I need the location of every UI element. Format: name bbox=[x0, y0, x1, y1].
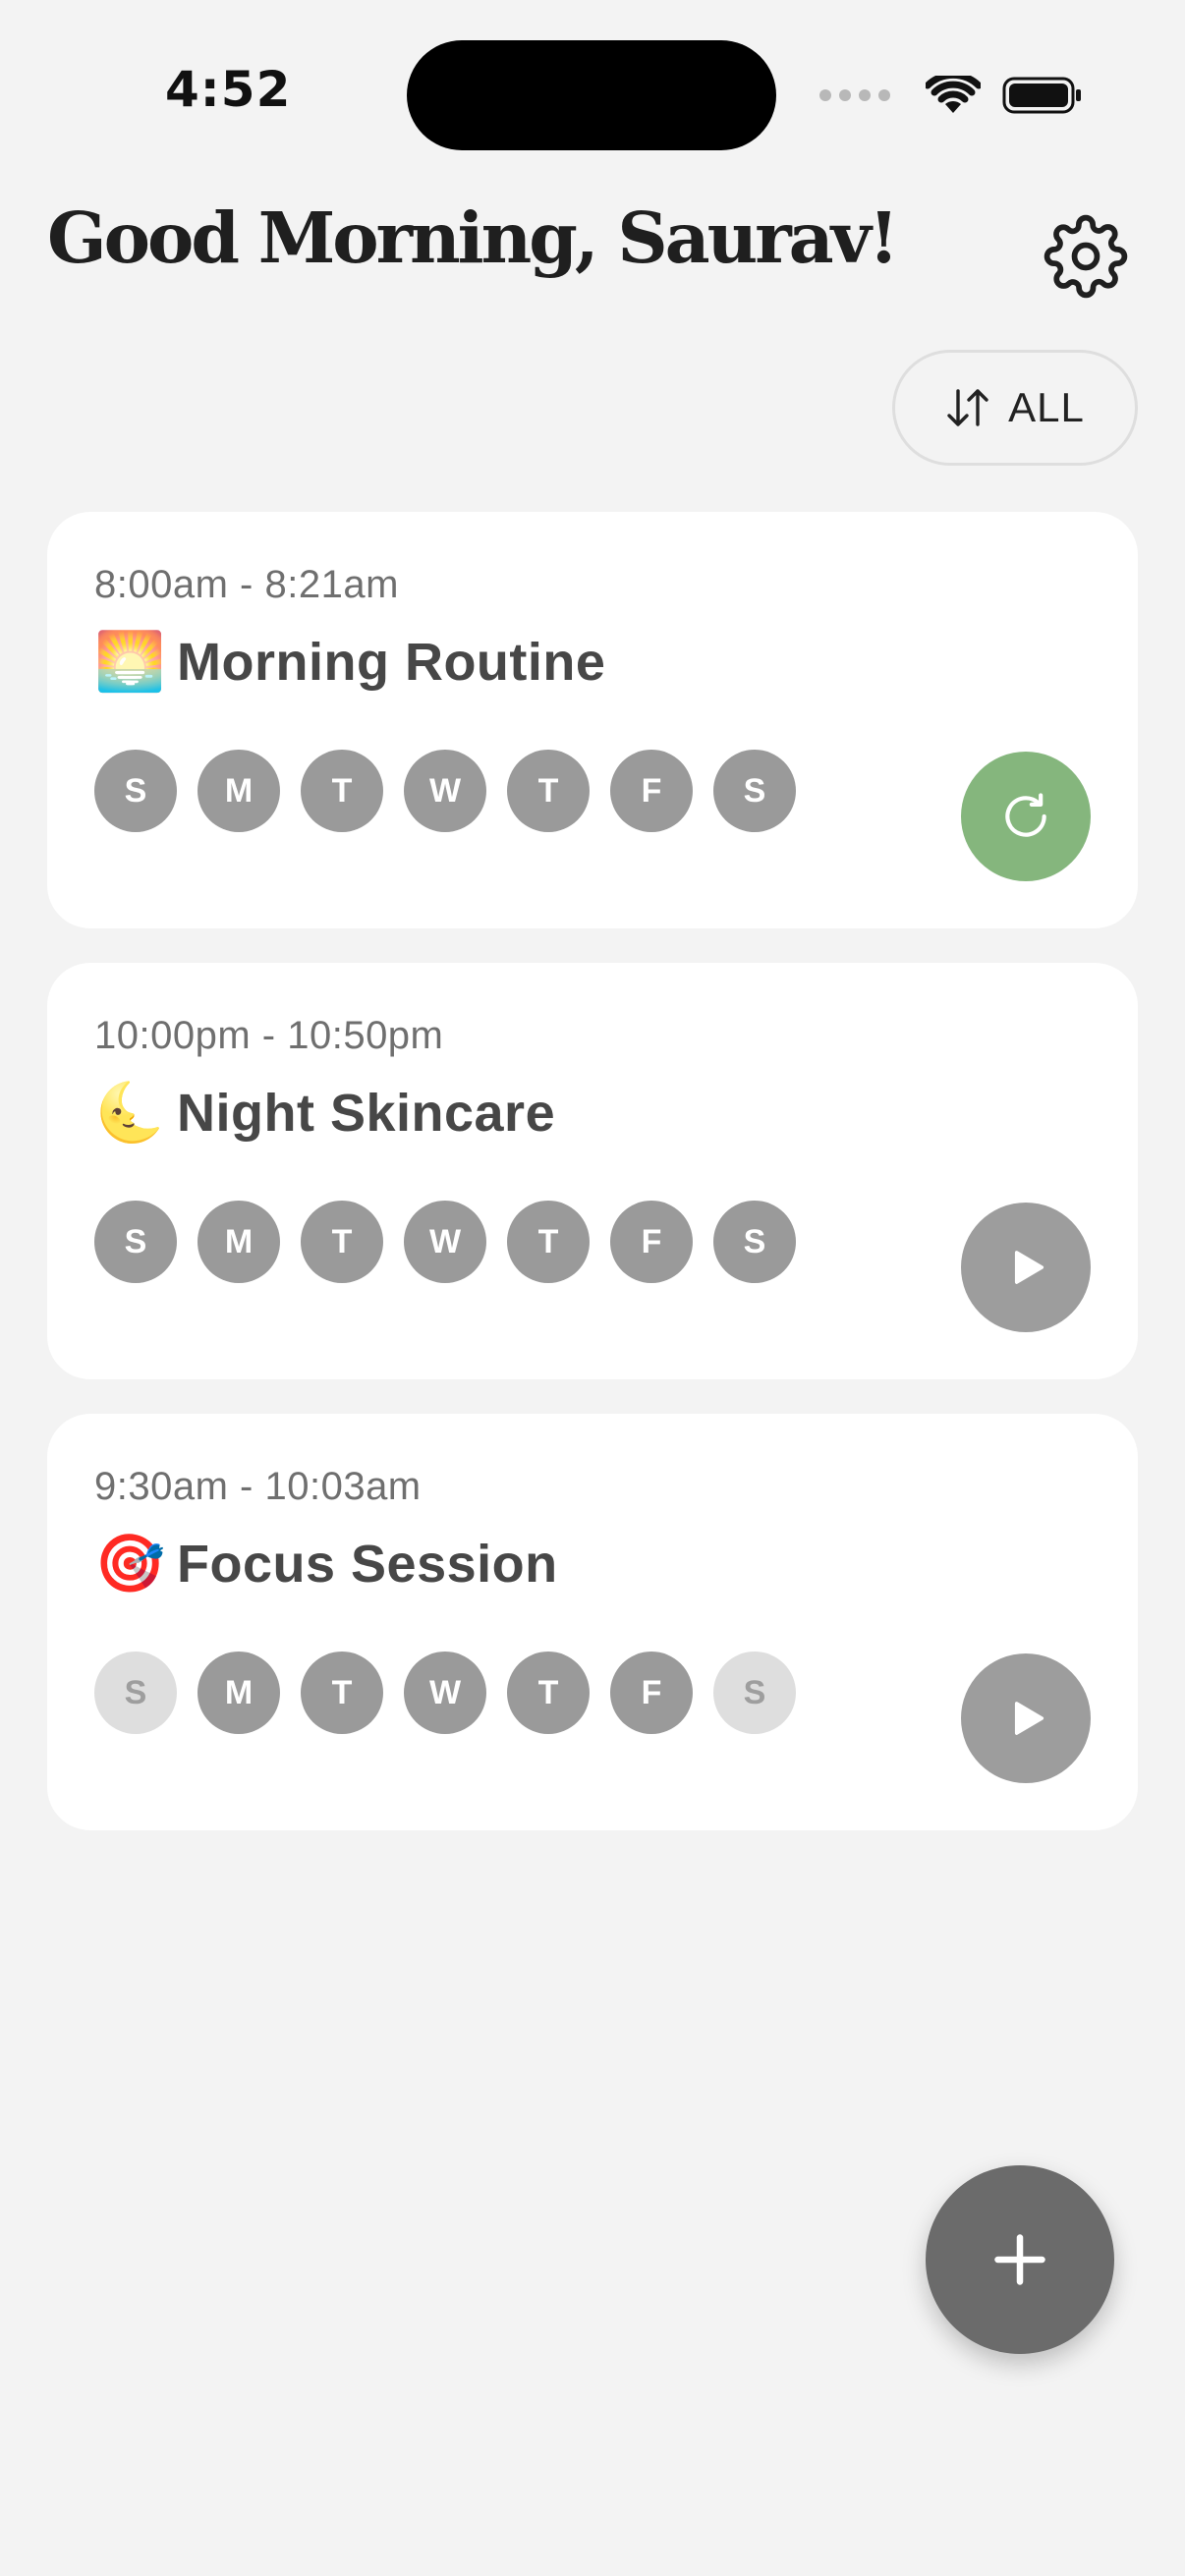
routine-title: Morning Routine bbox=[177, 633, 606, 692]
replay-button[interactable] bbox=[961, 752, 1091, 881]
moon-icon: 🌜 bbox=[94, 1081, 166, 1145]
play-icon bbox=[1014, 1702, 1044, 1735]
sort-filter-button[interactable]: ALL bbox=[892, 350, 1138, 466]
day-sunday[interactable]: S bbox=[94, 1652, 177, 1734]
day-friday[interactable]: F bbox=[610, 1201, 693, 1283]
day-saturday[interactable]: S bbox=[713, 1201, 796, 1283]
routine-card[interactable]: 10:00pm - 10:50pm 🌜 Night Skincare S M T… bbox=[47, 963, 1138, 1379]
replay-icon bbox=[1005, 793, 1046, 837]
routine-time: 10:00pm - 10:50pm bbox=[94, 1014, 444, 1057]
gear-icon bbox=[1044, 214, 1128, 299]
day-thursday[interactable]: T bbox=[507, 1652, 590, 1734]
status-time: 4:52 bbox=[165, 61, 292, 118]
routine-time: 8:00am - 8:21am bbox=[94, 563, 399, 606]
wifi-icon bbox=[926, 76, 981, 113]
day-monday[interactable]: M bbox=[198, 1201, 280, 1283]
sunrise-icon: 🌅 bbox=[94, 630, 166, 694]
day-friday[interactable]: F bbox=[610, 1652, 693, 1734]
day-saturday[interactable]: S bbox=[713, 1652, 796, 1734]
weekday-row: S M T W T F S bbox=[94, 1201, 796, 1283]
routine-title: Night Skincare bbox=[177, 1084, 556, 1143]
routine-card[interactable]: 8:00am - 8:21am 🌅 Morning Routine S M T … bbox=[47, 512, 1138, 928]
greeting-title: Good Morning, Saurav! bbox=[47, 196, 899, 279]
routine-time: 9:30am - 10:03am bbox=[94, 1465, 422, 1508]
day-tuesday[interactable]: T bbox=[301, 1652, 383, 1734]
routine-title: Focus Session bbox=[177, 1535, 558, 1594]
day-wednesday[interactable]: W bbox=[404, 750, 486, 832]
day-thursday[interactable]: T bbox=[507, 750, 590, 832]
dynamic-island bbox=[407, 40, 776, 150]
day-monday[interactable]: M bbox=[198, 750, 280, 832]
signal-icon bbox=[819, 89, 890, 101]
day-saturday[interactable]: S bbox=[713, 750, 796, 832]
day-monday[interactable]: M bbox=[198, 1652, 280, 1734]
play-button[interactable] bbox=[961, 1653, 1091, 1783]
add-routine-button[interactable] bbox=[926, 2165, 1114, 2354]
day-tuesday[interactable]: T bbox=[301, 1201, 383, 1283]
status-icons bbox=[819, 69, 1083, 122]
settings-button[interactable] bbox=[1044, 214, 1128, 299]
target-icon: 🎯 bbox=[94, 1532, 166, 1596]
day-tuesday[interactable]: T bbox=[301, 750, 383, 832]
day-thursday[interactable]: T bbox=[507, 1201, 590, 1283]
app-screen: 4:52 Good Morning, Saurav! ALL 8:00am - … bbox=[0, 0, 1185, 2576]
day-wednesday[interactable]: W bbox=[404, 1201, 486, 1283]
battery-icon bbox=[1002, 77, 1081, 114]
day-sunday[interactable]: S bbox=[94, 1201, 177, 1283]
play-icon bbox=[1014, 1251, 1044, 1284]
day-wednesday[interactable]: W bbox=[404, 1652, 486, 1734]
day-sunday[interactable]: S bbox=[94, 750, 177, 832]
day-friday[interactable]: F bbox=[610, 750, 693, 832]
filter-label: ALL bbox=[1008, 384, 1085, 430]
routine-card[interactable]: 9:30am - 10:03am 🎯 Focus Session S M T W… bbox=[47, 1414, 1138, 1830]
weekday-row: S M T W T F S bbox=[94, 750, 796, 832]
sort-arrows-icon bbox=[947, 389, 988, 426]
play-button[interactable] bbox=[961, 1203, 1091, 1332]
weekday-row: S M T W T F S bbox=[94, 1652, 796, 1734]
plus-icon bbox=[994, 2234, 1045, 2285]
